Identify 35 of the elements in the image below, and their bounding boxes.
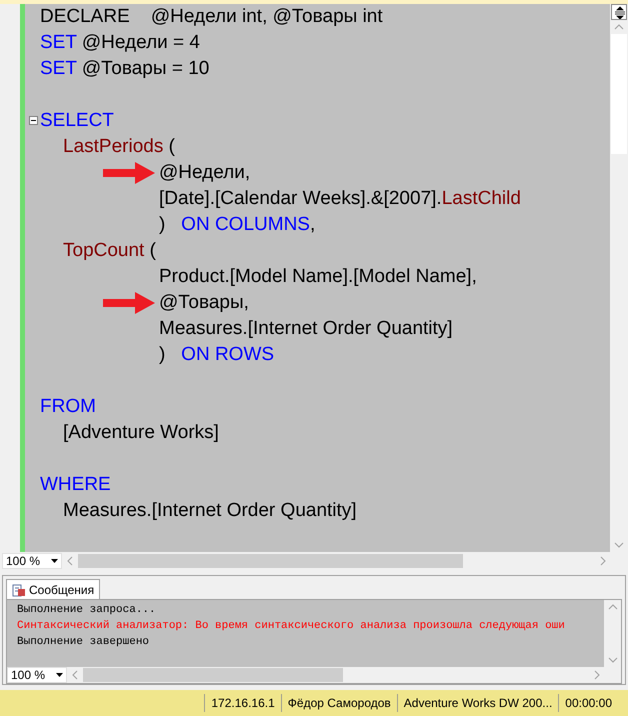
caret-icon bbox=[56, 673, 63, 677]
code-line: Measures.[Internet Order Quantity] bbox=[159, 318, 453, 339]
scroll-thumb[interactable] bbox=[611, 34, 627, 154]
code-line: SELECT bbox=[40, 110, 114, 131]
code-line: ) ON ROWS bbox=[159, 344, 274, 365]
code-line: @Товары, bbox=[159, 292, 249, 313]
code-line: @Недели, bbox=[159, 162, 250, 183]
code-line: LastPeriods ( bbox=[63, 136, 175, 157]
code-line: Product.[Model Name].[Model Name], bbox=[159, 266, 477, 287]
collapse-toggle[interactable] bbox=[29, 116, 38, 125]
code-line: TopCount ( bbox=[63, 240, 156, 261]
code-line: SET @Недели = 4 bbox=[40, 32, 200, 53]
status-field: 172.16.16.1 bbox=[204, 694, 281, 712]
code-line: [Date].[Calendar Weeks].&[2007].LastChild bbox=[159, 188, 521, 209]
vertical-scrollbar[interactable] bbox=[604, 600, 621, 667]
zoom-dropdown[interactable]: 100 % bbox=[2, 553, 62, 569]
split-icon bbox=[611, 4, 627, 20]
code-line: [Adventure Works] bbox=[63, 422, 219, 443]
code-line: Measures.[Internet Order Quantity] bbox=[63, 500, 357, 521]
messages-tab[interactable]: Сообщения bbox=[6, 579, 100, 599]
status-field: 00:00:00 bbox=[558, 694, 618, 712]
code-line: WHERE bbox=[40, 474, 111, 495]
message-line: Синтаксический анализатор: Во время синтаксического анализа произошла следующая оши bbox=[17, 619, 566, 634]
document-icon bbox=[12, 582, 26, 596]
code-line: FROM bbox=[40, 396, 96, 417]
message-line: Выполнение запроса... bbox=[17, 603, 157, 618]
caret-icon bbox=[51, 559, 58, 563]
code-line: ) ON COLUMNS, bbox=[159, 214, 316, 235]
status-field: Фёдор Самородов bbox=[280, 694, 397, 712]
code-editor[interactable] bbox=[25, 4, 610, 552]
zoom-dropdown[interactable]: 100 % bbox=[7, 667, 67, 683]
code-line: DECLARE @Недели int, @Товары int bbox=[40, 6, 383, 27]
code-line: SET @Товары = 10 bbox=[40, 58, 210, 79]
message-line: Выполнение завершено bbox=[17, 635, 150, 650]
status-field: Adventure Works DW 200... bbox=[396, 694, 558, 712]
